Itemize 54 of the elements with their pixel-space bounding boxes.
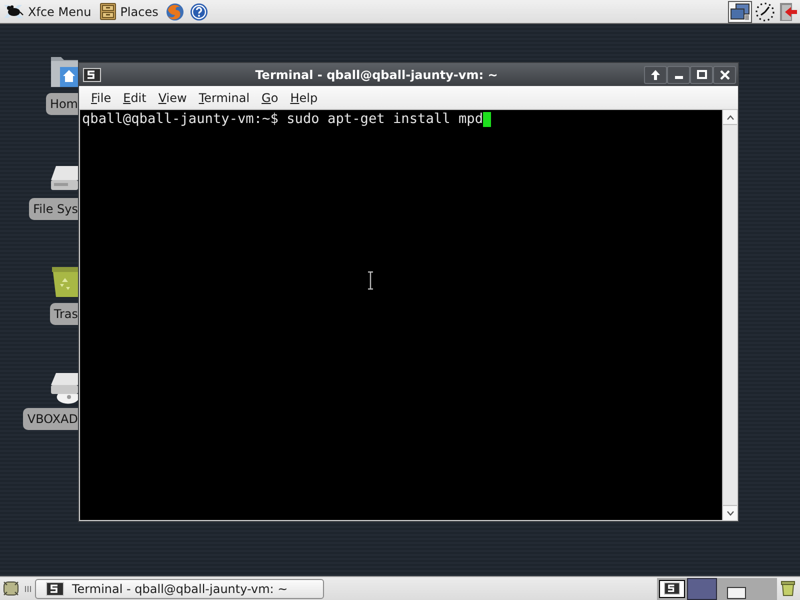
close-button[interactable]	[713, 66, 736, 84]
up-arrow-icon	[651, 70, 660, 80]
terminal-icon	[46, 582, 64, 596]
trash-icon	[50, 265, 78, 299]
terminal-icon	[664, 582, 680, 595]
desktop-icon-label[interactable]: Hom	[46, 93, 78, 115]
panel-handle-icon[interactable]	[25, 586, 31, 592]
logout-icon	[779, 2, 798, 22]
scroll-down-button[interactable]	[723, 505, 737, 520]
mini-window	[727, 586, 746, 598]
caret-up-icon	[726, 114, 734, 120]
xfce-menu-button[interactable]: Xfce Menu	[0, 0, 96, 22]
terminal-line: qball@qball-jaunty-vm:~$ sudo apt-get install mpd	[82, 111, 484, 128]
desktop-icon-label[interactable]: File Sys	[29, 198, 78, 220]
minimize-button[interactable]	[667, 66, 690, 84]
trash-icon[interactable]	[781, 581, 795, 596]
shade-button[interactable]	[644, 66, 667, 84]
close-icon	[720, 70, 730, 80]
menu-item[interactable]: Help	[284, 88, 324, 106]
maximize-icon	[696, 70, 706, 79]
scroll-up-button[interactable]	[723, 110, 737, 125]
window-title: Terminal - qball@qball-jaunty-vm: ~	[255, 66, 498, 84]
places-button[interactable]: Places	[95, 0, 162, 22]
scrollbar[interactable]	[722, 110, 737, 520]
caret-down-icon	[726, 510, 734, 516]
home-folder-icon	[50, 55, 78, 89]
show-desktop-icon	[3, 581, 19, 596]
workspace-tile[interactable]	[687, 578, 717, 600]
menu-item[interactable]: Go	[256, 88, 284, 106]
drawer-icon	[100, 3, 116, 20]
globe-icon	[166, 2, 184, 20]
desktop-icon-label[interactable]: VBOXAD	[23, 408, 78, 430]
text-cursor-icon	[367, 271, 374, 290]
menu-item[interactable]: View	[152, 88, 193, 106]
taskbar-button[interactable]: Terminal - qball@qball-jaunty-vm: ~	[35, 578, 324, 598]
menu-item[interactable]: Terminal	[192, 88, 256, 106]
mouse-logo-icon	[3, 3, 24, 20]
help-launcher[interactable]	[188, 0, 210, 22]
desktop-icon-label[interactable]: Tras	[50, 303, 78, 325]
terminal-icon	[83, 68, 101, 82]
help-icon	[190, 2, 208, 20]
browser-launcher[interactable]	[164, 0, 186, 22]
minimize-icon	[674, 76, 682, 79]
maximize-button[interactable]	[690, 66, 713, 84]
workspace-tile[interactable]	[717, 578, 747, 600]
workspace-tile[interactable]	[747, 578, 777, 600]
menu-item[interactable]: File	[85, 88, 118, 106]
network-icon	[730, 2, 750, 20]
terminal-cursor-icon	[483, 112, 492, 127]
menu-item[interactable]: Edit	[117, 88, 152, 106]
network-button[interactable]	[728, 0, 752, 22]
show-desktop-button[interactable]	[2, 578, 20, 598]
clock-icon	[755, 2, 775, 22]
optical-drive-icon	[50, 370, 78, 404]
